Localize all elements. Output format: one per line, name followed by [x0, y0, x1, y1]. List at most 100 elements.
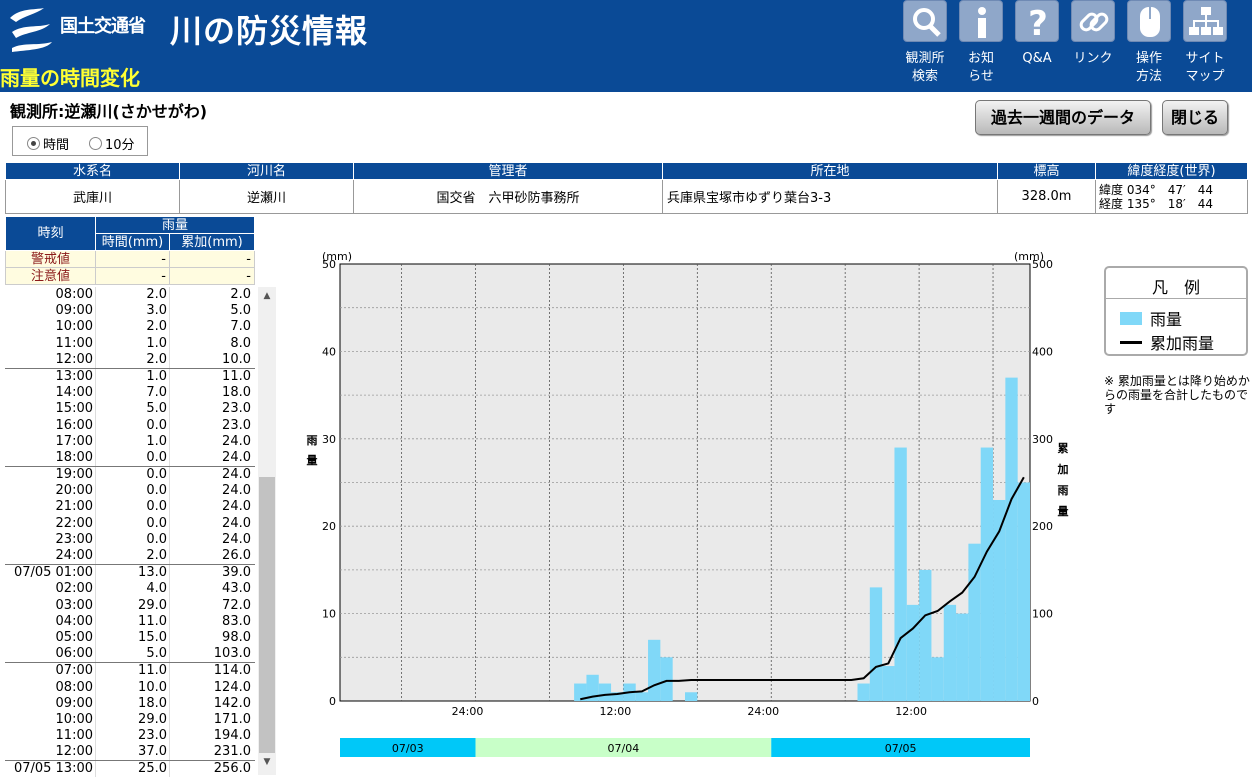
rain-bar	[980, 447, 994, 701]
caution-label: 注意値	[5, 267, 96, 285]
cumulative-cell: 18.0	[169, 385, 253, 402]
row-group: 07/05 13:00 25.0 256.0	[5, 761, 255, 777]
cumulative-cell: 10.0	[169, 351, 253, 368]
scroll-down-arrow-icon[interactable]: ▼	[258, 757, 276, 771]
qa-button[interactable]: ? Q&A	[1012, 0, 1062, 92]
caution-cumulative: -	[169, 267, 255, 285]
hourly-cell: 2.0	[95, 548, 169, 565]
nav-label: Q&A	[1022, 51, 1052, 66]
x-tick-label: 12:00	[895, 705, 927, 718]
info-icon	[959, 0, 1003, 42]
table-scrollbar[interactable]: ▲ ▼	[258, 287, 276, 775]
cumulative-cell: 8.0	[169, 335, 253, 352]
left-tick-label: 0	[329, 695, 336, 708]
right-tick-label: 100	[1032, 608, 1053, 621]
link-button[interactable]: リンク	[1068, 0, 1118, 92]
radio-10min[interactable]: 10分	[89, 134, 135, 153]
cumulative-cell: 26.0	[169, 548, 253, 565]
legend-swatch-rain	[1120, 311, 1142, 325]
table-row: 23:00 0.0 24.0	[5, 531, 255, 548]
legend-item-rain: 雨量	[1120, 306, 1182, 330]
river-logo-icon	[10, 8, 52, 52]
date-band-label: 07/03	[392, 742, 424, 755]
x-tick-label: 12:00	[600, 705, 632, 718]
cumulative-cell: 83.0	[169, 613, 253, 630]
cumulative-cell: 72.0	[169, 597, 253, 614]
howto-button[interactable]: 操作 方法	[1124, 0, 1174, 92]
table-row: 21:00 0.0 24.0	[5, 499, 255, 516]
table-row: 18:00 0.0 24.0	[5, 449, 255, 467]
right-tick-label: 0	[1032, 695, 1039, 708]
station-search-button[interactable]: 観測所 検索	[900, 0, 950, 92]
time-cell: 07:00	[55, 663, 93, 679]
table-row: 09:00 3.0 5.0	[5, 303, 255, 320]
cumulative-cell: 5.0	[169, 303, 253, 320]
station-name: 観測所:逆瀬川(さかせがわ)	[10, 102, 208, 121]
hourly-cell: 0.0	[95, 417, 169, 434]
rain-bar	[635, 692, 649, 701]
info-header: 緯度経度(世界)	[1095, 162, 1248, 180]
past-week-button[interactable]: 過去一週間のデータ	[975, 100, 1151, 135]
nav-label: リンク	[1073, 51, 1113, 66]
time-cell: 11:00	[55, 728, 93, 744]
left-axis-label: 雨	[307, 434, 318, 447]
table-row: 17:00 1.0 24.0	[5, 433, 255, 450]
time-cell: 10:00	[55, 319, 93, 335]
left-tick-label: 20	[322, 520, 336, 533]
hourly-cell: 25.0	[95, 761, 169, 777]
info-cell: 逆瀬川	[179, 179, 354, 214]
radio-dot[interactable]	[27, 137, 40, 150]
time-cell: 19:00	[55, 467, 93, 483]
rain-bar	[648, 639, 661, 701]
hourly-cell: 1.0	[95, 335, 169, 352]
table-row: 13:00 1.0 11.0	[5, 368, 255, 386]
time-cell: 15:00	[55, 401, 93, 417]
close-button[interactable]: 閉じる	[1162, 100, 1228, 135]
right-tick-label: 200	[1032, 520, 1053, 533]
warning-label: 警戒値	[5, 250, 96, 268]
rain-bar	[598, 683, 612, 701]
radio-dot[interactable]	[89, 137, 102, 150]
site-title[interactable]: 川の防災情報	[170, 6, 368, 52]
radio-hourly[interactable]: 時間	[27, 134, 69, 153]
left-tick-label: 30	[322, 433, 336, 446]
table-row: 09:00 18.0 142.0	[5, 695, 255, 712]
notice-button[interactable]: お知 らせ	[956, 0, 1006, 92]
svg-text:?: ?	[1028, 4, 1048, 43]
info-header: 所在地	[662, 162, 998, 180]
cumulative-cell: 2.0	[169, 287, 253, 304]
hourly-cell: 0.0	[95, 515, 169, 532]
col-cumulative: 累加(mm)	[169, 233, 255, 251]
legend-swatch-cumulative	[1120, 340, 1142, 344]
table-row: 11:00 23.0 194.0	[5, 728, 255, 745]
nav-label: サイト マップ	[1185, 51, 1225, 84]
hourly-cell: 29.0	[95, 597, 169, 614]
hourly-cell: 7.0	[95, 385, 169, 402]
table-row: 22:00 0.0 24.0	[5, 515, 255, 532]
radio-label: 10分	[105, 138, 135, 153]
hourly-cell: 1.0	[95, 433, 169, 450]
hourly-cell: 2.0	[95, 351, 169, 368]
cumulative-cell: 24.0	[169, 483, 253, 500]
time-cell: 03:00	[55, 597, 93, 613]
legend-title: 凡 例	[1151, 278, 1200, 297]
time-cell: 24:00	[55, 548, 93, 563]
info-header: 管理者	[353, 162, 663, 180]
rain-table-body[interactable]: 08:00 2.0 2.0 09:00 3.0 5.0 10:00 2.0 7.0 11:00 1.…	[5, 287, 255, 777]
time-cell: 12:00	[55, 744, 93, 760]
cumulative-cell: 171.0	[169, 711, 253, 729]
scroll-up-arrow-icon[interactable]: ▲	[258, 291, 276, 305]
rain-bar	[857, 683, 870, 701]
hourly-cell: 5.0	[95, 646, 169, 663]
left-tick-label: 10	[322, 608, 336, 621]
info-header: 水系名	[5, 162, 180, 180]
time-cell: 18:00	[55, 449, 93, 465]
sitemap-button[interactable]: サイト マップ	[1180, 0, 1230, 92]
table-row: 07/05 01:00 13.0 39.0	[5, 565, 255, 582]
cumulative-cell: 103.0	[169, 646, 253, 663]
cumulative-cell: 98.0	[169, 629, 253, 647]
latitude: 緯度 034° 47′ 44	[1099, 182, 1213, 197]
time-cell: 17:00	[55, 433, 93, 449]
scroll-thumb[interactable]	[259, 477, 275, 753]
table-row: 11:00 1.0 8.0	[5, 335, 255, 352]
